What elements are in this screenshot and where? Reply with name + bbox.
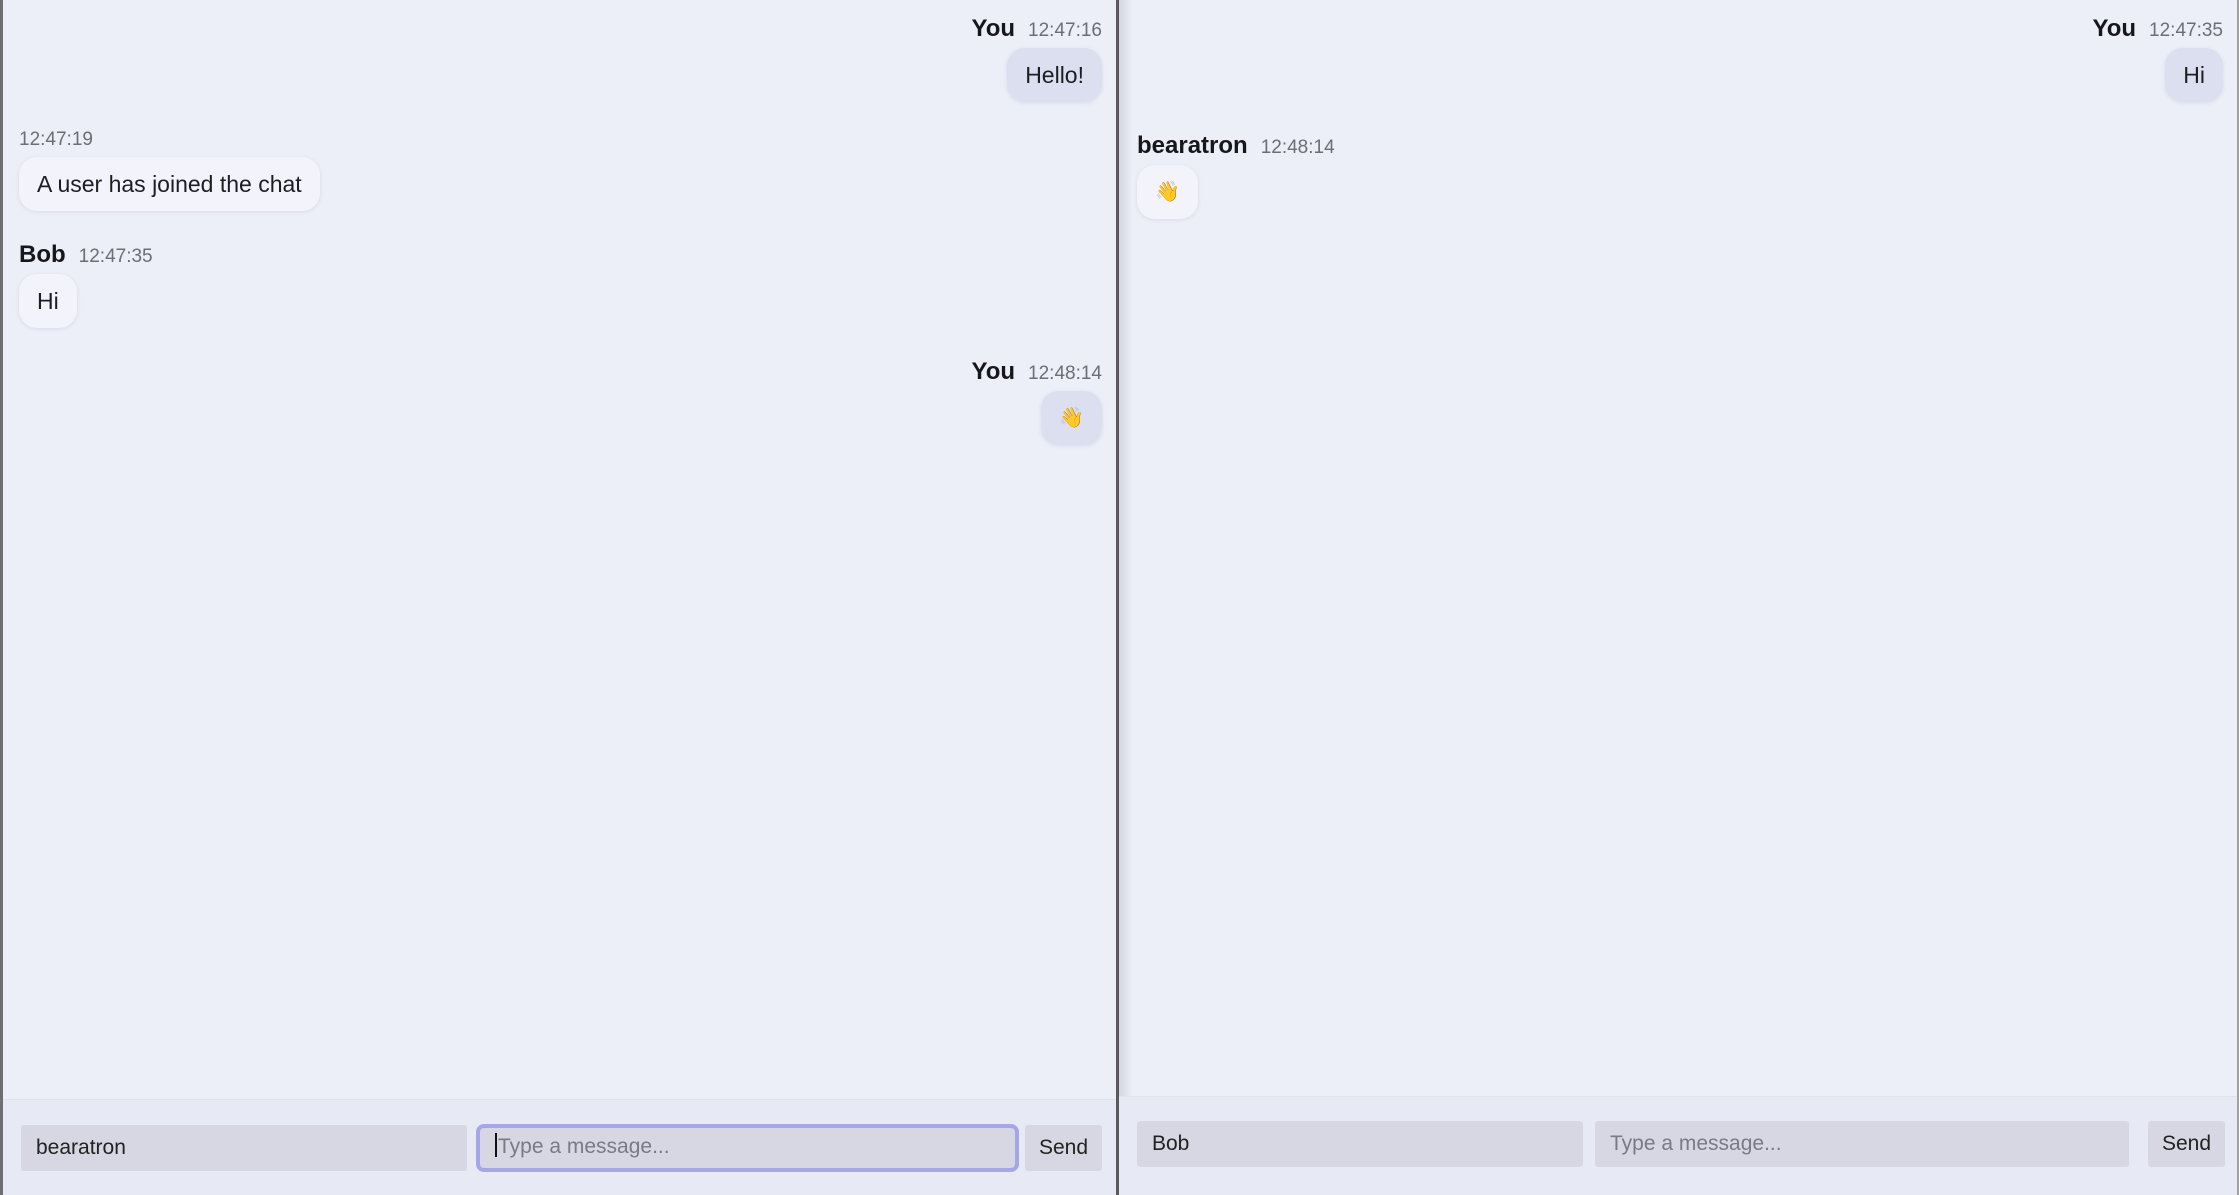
sender-name: Bob [19, 241, 66, 268]
username-input[interactable]: bearatron [21, 1125, 467, 1171]
message-bubble: Hi [2165, 48, 2223, 102]
message-header: bearatron 12:48:14 [1137, 131, 1335, 161]
message-bubble: Hello! [1007, 48, 1102, 102]
message-timestamp: 12:48:14 [1028, 363, 1102, 384]
message-header: Bob 12:47:35 [19, 240, 153, 270]
message-header: You 12:48:14 [971, 357, 1102, 387]
send-button[interactable]: Send [2147, 1121, 2225, 1167]
composer-bar: Bob Type a message... Send [1119, 1096, 2237, 1195]
message-timestamp: 12:47:16 [1028, 20, 1102, 41]
waving-hand-emoji-bubble: 👋 [1137, 165, 1198, 219]
message-timestamp: 12:47:19 [19, 129, 93, 150]
message-input[interactable]: Type a message... [1595, 1121, 2129, 1167]
message-list[interactable]: You 12:47:16 Hello! 12:47:19 A user has … [3, 0, 1116, 1100]
message-timestamp: 12:47:35 [78, 246, 153, 267]
waving-hand-emoji-bubble: 👋 [1041, 391, 1102, 445]
sender-name: You [971, 15, 1016, 42]
chat-pane-left: You 12:47:16 Hello! 12:47:19 A user has … [0, 0, 1119, 1195]
message-bubble: A user has joined the chat [19, 157, 320, 211]
text-caret [495, 1133, 497, 1158]
sender-name: bearatron [1137, 132, 1248, 159]
message-header: You 12:47:35 [2092, 14, 2223, 44]
message-item: You 12:48:14 👋 [971, 357, 1102, 445]
message-timestamp: 12:47:35 [2149, 20, 2223, 41]
message-bubble: Hi [19, 274, 77, 328]
message-item: bearatron 12:48:14 👋 [1137, 131, 1335, 219]
message-timestamp: 12:48:14 [1260, 137, 1335, 158]
message-input-placeholder: Type a message... [498, 1135, 670, 1158]
message-item: Bob 12:47:35 Hi [19, 240, 153, 328]
message-item: You 12:47:35 Hi [2092, 14, 2223, 102]
username-input[interactable]: Bob [1137, 1121, 1583, 1167]
composer-bar: bearatron Type a message... Send [3, 1099, 1116, 1195]
chat-pane-right: You 12:47:35 Hi bearatron 12:48:14 👋 Bob… [1119, 0, 2239, 1195]
sender-name: You [2092, 15, 2137, 42]
screen: You 12:47:16 Hello! 12:47:19 A user has … [0, 0, 2239, 1195]
message-header: You 12:47:16 [971, 14, 1102, 44]
sender-name: You [971, 358, 1016, 385]
message-item: You 12:47:16 Hello! [971, 14, 1102, 102]
system-message: 12:47:19 A user has joined the chat [19, 127, 320, 211]
message-list[interactable]: You 12:47:35 Hi bearatron 12:48:14 👋 [1119, 0, 2237, 1100]
send-button[interactable]: Send [1024, 1125, 1102, 1171]
message-input[interactable]: Type a message... [476, 1124, 1019, 1172]
message-header: 12:47:19 [19, 127, 320, 153]
